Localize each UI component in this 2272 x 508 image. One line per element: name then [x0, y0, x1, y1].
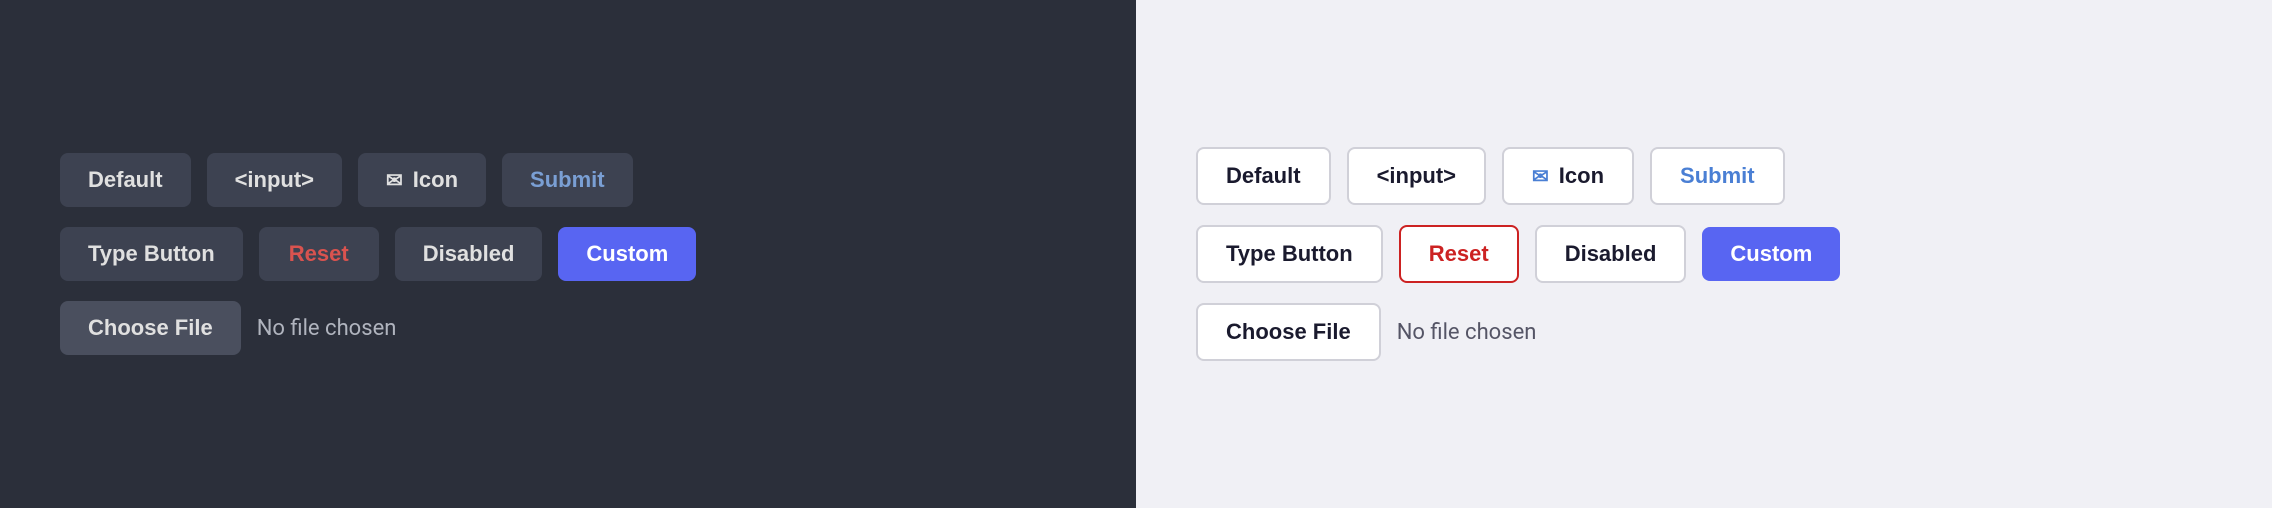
dark-type-button[interactable]: Type Button [60, 227, 243, 281]
light-type-button[interactable]: Type Button [1196, 225, 1383, 283]
dark-row-1: Default <input> ✉ Icon Submit [60, 153, 1076, 207]
light-custom-button[interactable]: Custom [1702, 227, 1840, 281]
light-row-2: Type Button Reset Disabled Custom [1196, 225, 2212, 283]
light-file-text: No file chosen [1397, 320, 1537, 345]
light-disabled-button[interactable]: Disabled [1535, 225, 1687, 283]
dark-row-2: Type Button Reset Disabled Custom [60, 227, 1076, 281]
light-default-button[interactable]: Default [1196, 147, 1331, 205]
dark-file-row: Choose File No file chosen [60, 301, 1076, 355]
dark-reset-button[interactable]: Reset [259, 227, 379, 281]
light-row-1: Default <input> ✉ Icon Submit [1196, 147, 2212, 205]
light-panel: Default <input> ✉ Icon Submit Type Butto… [1136, 0, 2272, 508]
mail-icon: ✉ [386, 168, 403, 193]
light-submit-button[interactable]: Submit [1650, 147, 1785, 205]
dark-file-text: No file chosen [257, 316, 397, 341]
light-file-row: Choose File No file chosen [1196, 303, 2212, 361]
dark-input-button[interactable]: <input> [207, 153, 342, 207]
light-choose-file-button[interactable]: Choose File [1196, 303, 1381, 361]
light-reset-button[interactable]: Reset [1399, 225, 1519, 283]
dark-choose-file-button[interactable]: Choose File [60, 301, 241, 355]
dark-submit-button[interactable]: Submit [502, 153, 633, 207]
dark-panel: Default <input> ✉ Icon Submit Type Butto… [0, 0, 1136, 508]
dark-custom-button[interactable]: Custom [558, 227, 696, 281]
dark-default-button[interactable]: Default [60, 153, 191, 207]
dark-disabled-button[interactable]: Disabled [395, 227, 543, 281]
light-input-button[interactable]: <input> [1347, 147, 1486, 205]
light-icon-button[interactable]: ✉ Icon [1502, 147, 1634, 205]
dark-icon-button[interactable]: ✉ Icon [358, 153, 486, 207]
mail-icon: ✉ [1532, 164, 1549, 189]
